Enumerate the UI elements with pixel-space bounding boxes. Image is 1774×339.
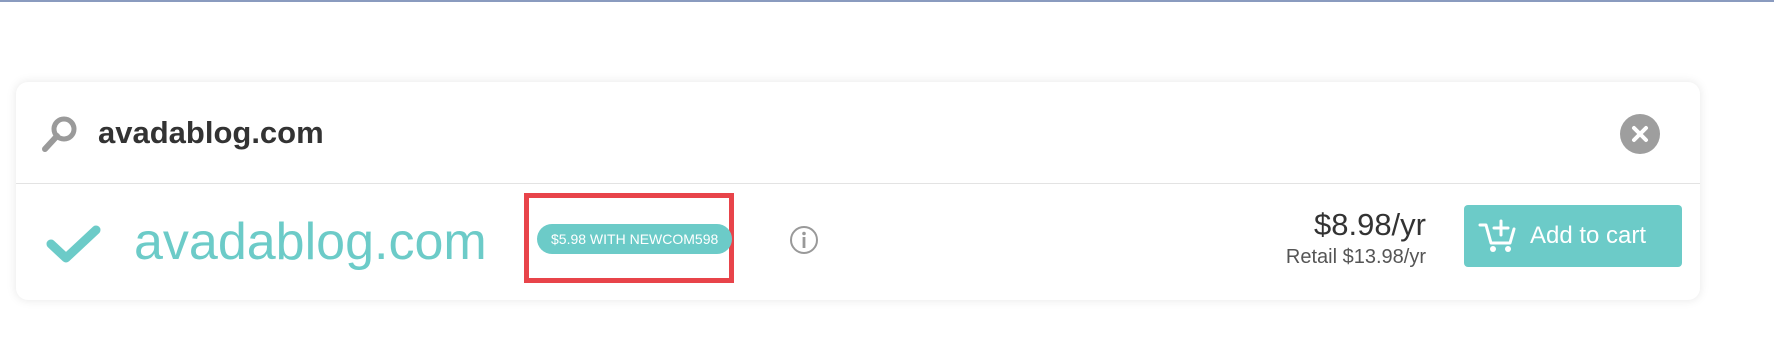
price: $8.98/yr xyxy=(1313,207,1426,242)
promo-badge: $5.98 WITH NEWCOM598 xyxy=(537,224,733,254)
search-bar xyxy=(16,82,1700,184)
close-icon xyxy=(1632,126,1648,142)
add-to-cart-label: Add to cart xyxy=(1530,222,1647,249)
domain-search-card: avadablog.com $5.98 WITH NEWCOM598 $8.98… xyxy=(16,82,1700,300)
clear-search-button[interactable] xyxy=(1620,114,1660,154)
top-border xyxy=(0,0,1774,2)
search-icon xyxy=(40,114,80,154)
info-icon[interactable] xyxy=(789,225,819,255)
add-to-cart-button[interactable]: Add to cart xyxy=(1464,205,1682,267)
domain-name: avadablog.com xyxy=(134,213,487,271)
retail-price: Retail $13.98/yr xyxy=(1285,246,1426,268)
domain-result-row: avadablog.com $5.98 WITH NEWCOM598 $8.98… xyxy=(16,184,1700,300)
domain-search-input[interactable] xyxy=(98,112,1598,154)
price-block: $8.98/yr Retail $13.98/yr xyxy=(1286,206,1426,270)
cart-add-icon xyxy=(1478,217,1518,255)
checkmark-icon xyxy=(46,224,102,264)
